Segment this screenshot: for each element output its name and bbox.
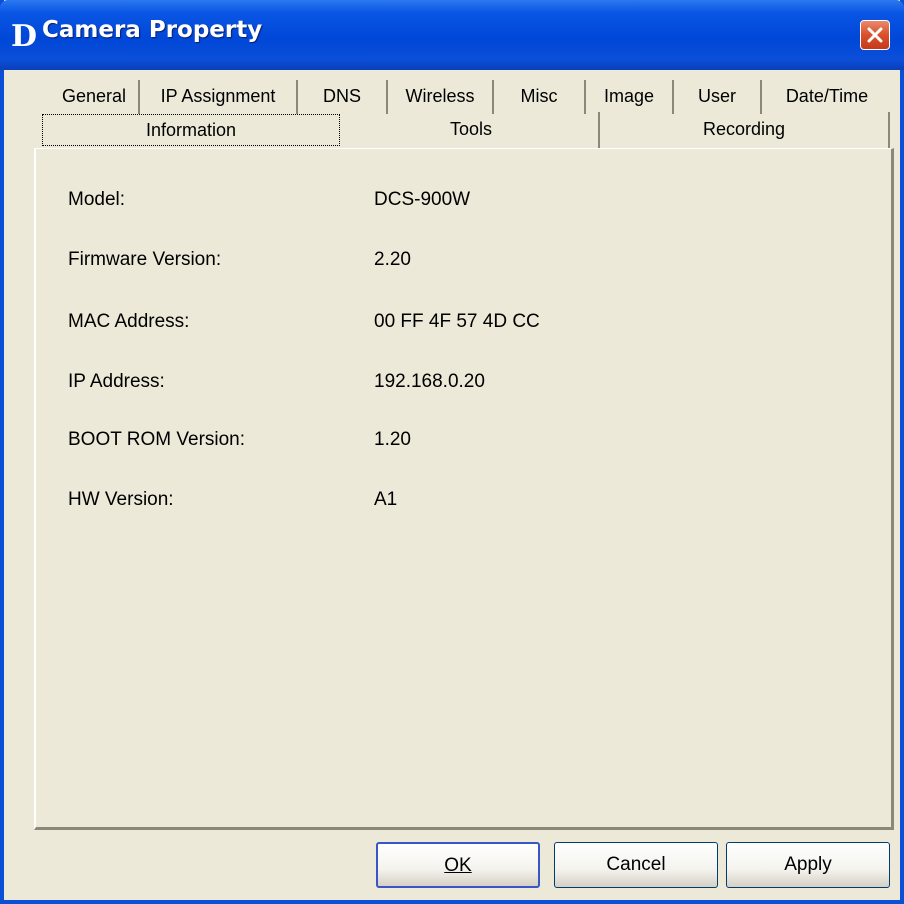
firmware-version-value: 2.20 bbox=[374, 249, 411, 270]
firmware-version-label: Firmware Version: bbox=[68, 249, 222, 270]
title-bar[interactable]: D Camera Property bbox=[0, 0, 904, 70]
cancel-button[interactable]: Cancel bbox=[554, 842, 718, 888]
tab-tools[interactable]: Tools bbox=[344, 112, 600, 148]
tab-dns[interactable]: DNS bbox=[298, 80, 388, 114]
boot-rom-version-value: 1.20 bbox=[374, 429, 411, 450]
boot-rom-version-label: BOOT ROM Version: bbox=[68, 429, 246, 450]
hw-version-label: HW Version: bbox=[68, 489, 174, 510]
tab-image[interactable]: Image bbox=[586, 80, 674, 114]
tab-wireless[interactable]: Wireless bbox=[388, 80, 494, 114]
tab-date-time[interactable]: Date/Time bbox=[762, 80, 892, 114]
cancel-button-label: Cancel bbox=[606, 854, 666, 875]
mac-address-label: MAC Address: bbox=[68, 311, 190, 332]
hw-version-value: A1 bbox=[374, 489, 398, 510]
apply-button[interactable]: Apply bbox=[726, 842, 890, 888]
ip-address-value: 192.168.0.20 bbox=[374, 371, 485, 392]
ok-button-label: OK bbox=[444, 855, 472, 876]
close-button[interactable] bbox=[860, 20, 890, 50]
mac-address-value: 00 FF 4F 57 4D CC bbox=[374, 311, 540, 332]
model-value: DCS-900W bbox=[374, 189, 471, 210]
camera-property-dialog: D Camera Property General IP Assignment … bbox=[0, 0, 904, 904]
close-icon bbox=[867, 27, 883, 43]
dlink-logo-icon: D bbox=[11, 19, 36, 52]
ok-button[interactable]: OK bbox=[376, 842, 540, 888]
tab-general[interactable]: General bbox=[50, 80, 140, 114]
tab-misc[interactable]: Misc bbox=[494, 80, 586, 114]
svg-text:D: D bbox=[11, 19, 36, 52]
window-title: Camera Property bbox=[42, 17, 263, 43]
tab-ip-assignment[interactable]: IP Assignment bbox=[140, 80, 298, 114]
apply-button-label: Apply bbox=[784, 854, 832, 875]
tab-information[interactable]: Information bbox=[42, 114, 340, 146]
tab-user[interactable]: User bbox=[674, 80, 762, 114]
ip-address-label: IP Address: bbox=[68, 371, 165, 392]
model-label: Model: bbox=[68, 189, 126, 210]
tab-recording[interactable]: Recording bbox=[600, 112, 890, 148]
information-panel: Model: DCS-900W Firmware Version: 2.20 M… bbox=[34, 148, 894, 830]
